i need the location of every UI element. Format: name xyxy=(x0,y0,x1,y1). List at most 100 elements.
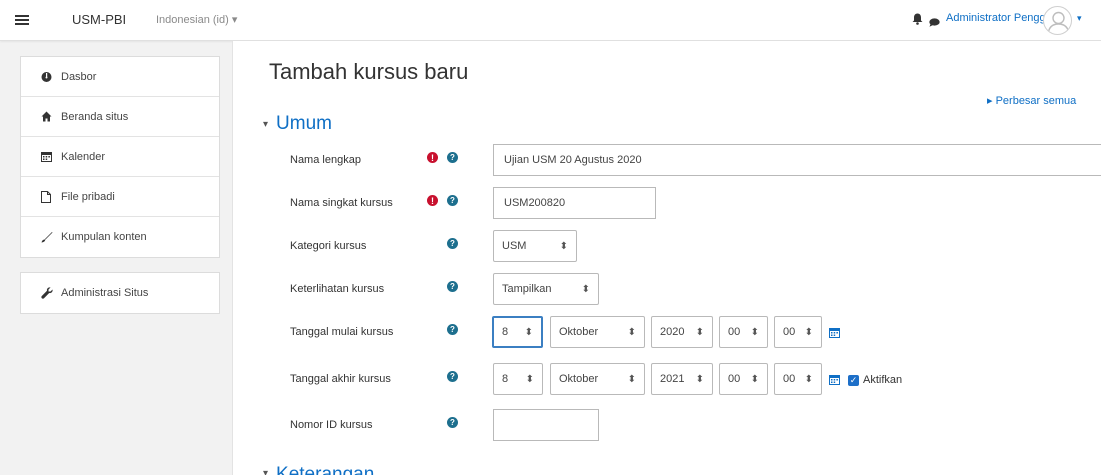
idnumber-input[interactable] xyxy=(493,409,599,441)
select-value: Oktober xyxy=(559,326,599,338)
select-arrow-icon: ⬍ xyxy=(750,373,759,385)
sidebar: Dasbor Beranda situs Kalender File priba… xyxy=(20,56,220,314)
form-row-idnumber: Nomor ID kursus ? xyxy=(233,409,1101,445)
help-icon[interactable]: ? xyxy=(447,371,458,382)
required-icon[interactable]: ! xyxy=(427,195,438,206)
help-icon[interactable]: ? xyxy=(447,195,458,206)
collapse-triangle-icon: ▾ xyxy=(263,468,269,475)
form-row-category: Kategori kursus ? USM ⬍ xyxy=(233,230,1101,266)
select-arrow-icon: ⬍ xyxy=(627,326,636,338)
home-icon xyxy=(41,111,57,122)
help-icon[interactable]: ? xyxy=(447,281,458,292)
avatar[interactable] xyxy=(1043,6,1072,35)
select-value: Oktober xyxy=(559,373,599,385)
select-value: 2021 xyxy=(660,373,685,385)
enddate-month-select[interactable]: Oktober ⬍ xyxy=(550,363,645,395)
main-content: Tambah kursus baru ▸ Perbesar semua ▾ Um… xyxy=(232,41,1101,475)
select-arrow-icon: ⬍ xyxy=(524,326,533,338)
field-label: Nomor ID kursus xyxy=(290,419,373,431)
select-value: 8 xyxy=(502,326,509,338)
field-label: Keterlihatan kursus xyxy=(290,283,385,295)
expand-all-link[interactable]: ▸ Perbesar semua xyxy=(987,94,1076,107)
enable-enddate-checkbox[interactable]: ✓ xyxy=(848,375,859,386)
select-value: Tampilkan xyxy=(502,283,552,295)
pencil-icon xyxy=(41,231,57,243)
field-label: Kategori kursus xyxy=(290,240,367,252)
help-icon[interactable]: ? xyxy=(447,238,458,249)
chat-icon[interactable] xyxy=(929,14,940,32)
section-title: Keterangan xyxy=(276,464,375,475)
select-value: 00 xyxy=(783,373,796,385)
site-brand[interactable]: USM-PBI xyxy=(72,12,126,27)
page-title: Tambah kursus baru xyxy=(269,59,469,84)
calendar-icon[interactable] xyxy=(829,325,840,343)
section-title: Umum xyxy=(276,113,332,134)
help-icon[interactable]: ? xyxy=(447,417,458,428)
sidebar-item-label: Kumpulan konten xyxy=(61,231,147,243)
hamburger-icon[interactable] xyxy=(10,10,34,30)
form-row-shortname: Nama singkat kursus ! ? USM200820 xyxy=(233,187,1101,223)
sidebar-item-label: Kalender xyxy=(61,150,106,163)
field-label: Nama lengkap xyxy=(290,154,361,166)
startdate-day-select[interactable]: 8 ⬍ xyxy=(492,316,543,348)
help-icon[interactable]: ? xyxy=(447,324,458,335)
collapse-triangle-icon: ▾ xyxy=(263,118,269,130)
select-arrow-icon: ⬍ xyxy=(804,373,813,385)
sidebar-item-content-bank[interactable]: Kumpulan konten xyxy=(21,217,219,257)
select-arrow-icon: ⬍ xyxy=(559,240,568,252)
select-arrow-icon: ⬍ xyxy=(695,326,704,338)
field-label: Tanggal akhir kursus xyxy=(290,373,391,385)
enddate-year-select[interactable]: 2021 ⬍ xyxy=(651,363,713,395)
language-menu[interactable]: Indonesian (id) ▾ xyxy=(156,13,237,26)
visibility-select[interactable]: Tampilkan ⬍ xyxy=(493,273,599,305)
dashboard-icon xyxy=(41,71,57,82)
form-row-startdate: Tanggal mulai kursus ? 8 ⬍ Oktober ⬍ 202… xyxy=(233,316,1101,352)
startdate-year-select[interactable]: 2020 ⬍ xyxy=(651,316,713,348)
select-arrow-icon: ⬍ xyxy=(750,326,759,338)
wrench-icon xyxy=(41,287,57,299)
select-arrow-icon: ⬍ xyxy=(627,373,636,385)
sidebar-admin-nav: Administrasi Situs xyxy=(20,272,220,314)
field-label: Tanggal mulai kursus xyxy=(290,326,394,338)
select-value: USM xyxy=(502,240,527,252)
sidebar-nav: Dasbor Beranda situs Kalender File priba… xyxy=(20,56,220,258)
sidebar-item-label: Administrasi Situs xyxy=(61,287,149,299)
shortname-input[interactable]: USM200820 xyxy=(493,187,656,219)
sidebar-item-private-files[interactable]: File pribadi xyxy=(21,177,219,217)
enddate-minute-select[interactable]: 00 ⬍ xyxy=(774,363,822,395)
startdate-minute-select[interactable]: 00 ⬍ xyxy=(774,316,822,348)
category-select[interactable]: USM ⬍ xyxy=(493,230,577,262)
select-arrow-icon: ⬍ xyxy=(695,373,704,385)
select-arrow-icon: ⬍ xyxy=(581,283,590,295)
top-navbar: USM-PBI Indonesian (id) ▾ Administrator … xyxy=(0,0,1101,41)
required-icon[interactable]: ! xyxy=(427,152,438,163)
calendar-icon[interactable] xyxy=(829,372,840,390)
fullname-input[interactable]: Ujian USM 20 Agustus 2020 xyxy=(493,144,1101,176)
sidebar-item-dashboard[interactable]: Dasbor xyxy=(21,57,219,97)
sidebar-item-home[interactable]: Beranda situs xyxy=(21,97,219,137)
sidebar-item-label: Dasbor xyxy=(61,70,97,83)
chevron-down-icon[interactable]: ▾ xyxy=(1077,13,1082,24)
section-description-header[interactable]: ▾ Keterangan xyxy=(263,464,374,475)
sidebar-item-label: Beranda situs xyxy=(61,110,129,123)
sidebar-item-label: File pribadi xyxy=(61,190,115,203)
startdate-month-select[interactable]: Oktober ⬍ xyxy=(550,316,645,348)
startdate-hour-select[interactable]: 00 ⬍ xyxy=(719,316,768,348)
calendar-icon xyxy=(41,151,57,162)
enable-enddate-label[interactable]: Aktifkan xyxy=(863,374,902,386)
select-value: 00 xyxy=(783,326,796,338)
section-general-header[interactable]: ▾ Umum xyxy=(263,113,332,135)
sidebar-item-site-administration[interactable]: Administrasi Situs xyxy=(21,273,219,313)
select-arrow-icon: ⬍ xyxy=(804,326,813,338)
bell-icon[interactable] xyxy=(912,12,923,30)
help-icon[interactable]: ? xyxy=(447,152,458,163)
field-label: Nama singkat kursus xyxy=(290,197,393,209)
form-row-visibility: Keterlihatan kursus ? Tampilkan ⬍ xyxy=(233,273,1101,309)
enddate-day-select[interactable]: 8 ⬍ xyxy=(493,363,543,395)
select-arrow-icon: ⬍ xyxy=(525,373,534,385)
form-row-fullname: Nama lengkap ! ? Ujian USM 20 Agustus 20… xyxy=(233,144,1101,180)
sidebar-item-calendar[interactable]: Kalender xyxy=(21,137,219,177)
file-icon xyxy=(41,190,57,203)
enddate-hour-select[interactable]: 00 ⬍ xyxy=(719,363,768,395)
select-value: 00 xyxy=(728,326,741,338)
